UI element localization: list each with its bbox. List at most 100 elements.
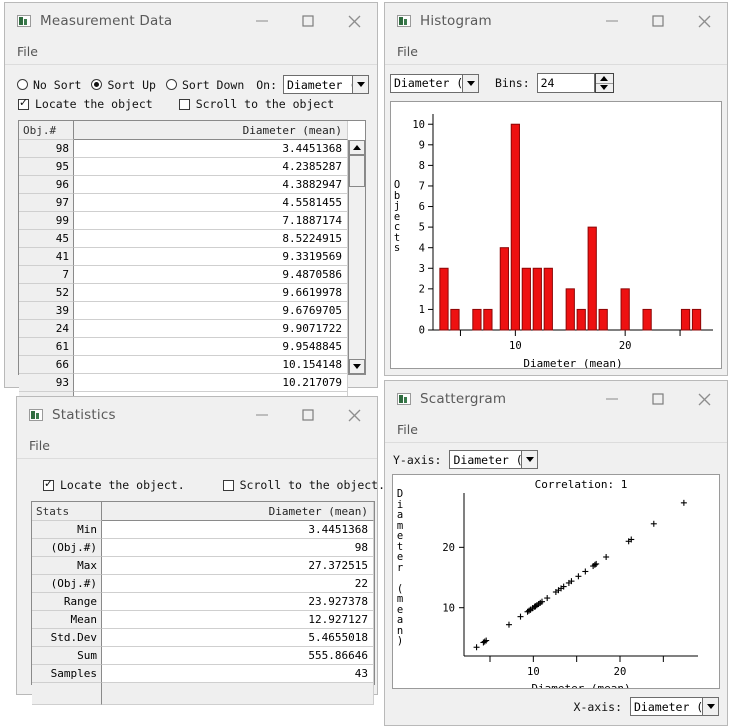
cell-empty bbox=[32, 683, 102, 705]
table-vertical-scrollbar[interactable] bbox=[348, 140, 365, 374]
measurement-table[interactable]: Obj.# Diameter (mean) 98 3.4451368 95 4.238… bbox=[18, 120, 366, 410]
histogram-bar bbox=[598, 308, 608, 331]
window-title: Histogram bbox=[420, 13, 492, 29]
minimize-button[interactable] bbox=[589, 381, 635, 417]
chevron-down-icon[interactable] bbox=[352, 76, 368, 93]
maximize-button[interactable] bbox=[285, 397, 331, 433]
minimize-button[interactable] bbox=[239, 3, 285, 39]
table-row[interactable]: 45 8.5224915 bbox=[19, 230, 348, 248]
scroll-thumb[interactable] bbox=[349, 155, 365, 187]
minimize-button[interactable] bbox=[589, 3, 635, 39]
table-row[interactable]: 99 7.1887174 bbox=[19, 212, 348, 230]
radio-sort-down[interactable] bbox=[165, 79, 177, 90]
cell-obj-number: 66 bbox=[19, 356, 74, 374]
scroll-up-button[interactable] bbox=[349, 140, 365, 155]
table-row[interactable]: (Obj.#) 98 bbox=[32, 539, 374, 557]
cell-diameter: 10.217079 bbox=[74, 374, 348, 392]
scattergram-titlebar[interactable]: Scattergram bbox=[385, 381, 727, 417]
table-row[interactable]: Samples 43 bbox=[32, 665, 374, 683]
checkbox-locate-object[interactable] bbox=[18, 96, 29, 110]
scattergram-plot[interactable]: Correlation: 1 10 20 10 20 Diameter (mean) Di… bbox=[392, 474, 720, 695]
radio-sort-up[interactable] bbox=[91, 79, 103, 90]
table-row[interactable]: Sum 555.86646 bbox=[32, 647, 374, 665]
histogram-bar bbox=[543, 267, 553, 331]
cell-stat-name: Std.Dev bbox=[32, 629, 102, 647]
measurement-table-body[interactable]: 98 3.4451368 95 4.2385287 96 4.3882947 97 4.558… bbox=[19, 140, 348, 410]
table-row[interactable]: 93 10.217079 bbox=[19, 374, 348, 392]
close-icon bbox=[348, 15, 360, 27]
histogram-ytick: 7 bbox=[419, 181, 425, 193]
radio-sort-down-label: Sort Down bbox=[181, 77, 245, 92]
table-row[interactable]: 61 9.9548845 bbox=[19, 338, 348, 356]
checkbox-locate-object[interactable] bbox=[43, 477, 54, 491]
cell-obj-number: 98 bbox=[19, 140, 74, 158]
histogram-measure-combo[interactable]: Diameter (m bbox=[390, 73, 479, 93]
histogram-plot[interactable]: Objects 0 1 2 3 4 5 6 7 8 9 10 10 20 Diameter (mean) bbox=[390, 101, 722, 370]
close-button[interactable] bbox=[331, 397, 377, 433]
cell-stat-value: 12.927127 bbox=[102, 611, 374, 629]
statistics-table-body[interactable]: Min 3.4451368 (Obj.#) 98 Max 27.372515 (Obj.#)… bbox=[32, 521, 374, 705]
measurement-data-titlebar[interactable]: Measurement Data bbox=[5, 3, 377, 39]
maximize-button[interactable] bbox=[285, 3, 331, 39]
bins-input[interactable]: 24 bbox=[536, 73, 595, 93]
cell-diameter: 4.2385287 bbox=[74, 158, 348, 176]
histogram-xaxis-title: Diameter (mean) bbox=[523, 357, 622, 368]
scattergram-yaxis-title: Diameter (m e a n) bbox=[396, 488, 404, 647]
checkbox-scroll-object[interactable] bbox=[178, 98, 190, 110]
window-title: Statistics bbox=[52, 407, 116, 423]
bins-stepper[interactable] bbox=[594, 73, 614, 93]
table-row[interactable]: Min 3.4451368 bbox=[32, 521, 374, 539]
xaxis-combo[interactable]: Diameter (m bbox=[630, 697, 719, 716]
maximize-button[interactable] bbox=[635, 3, 681, 39]
chevron-down-icon[interactable] bbox=[702, 698, 718, 715]
table-row[interactable]: 52 9.6619978 bbox=[19, 284, 348, 302]
table-row[interactable]: Std.Dev 5.4655018 bbox=[32, 629, 374, 647]
minimize-button[interactable] bbox=[239, 397, 285, 433]
stepper-up-icon[interactable] bbox=[595, 74, 613, 84]
histogram-bar bbox=[642, 308, 652, 331]
table-row[interactable]: Range 23.927378 bbox=[32, 593, 374, 611]
maximize-button[interactable] bbox=[635, 381, 681, 417]
menu-file[interactable]: File bbox=[397, 44, 418, 59]
radio-sort-up-label: Sort Up bbox=[107, 77, 156, 92]
checkbox-scroll-object[interactable] bbox=[222, 479, 234, 491]
statistics-titlebar[interactable]: Statistics bbox=[17, 397, 377, 433]
table-row[interactable]: Mean 12.927127 bbox=[32, 611, 374, 629]
histogram-ytick: 6 bbox=[419, 201, 425, 213]
table-row[interactable]: 95 4.2385287 bbox=[19, 158, 348, 176]
cell-stat-value: 23.927378 bbox=[102, 593, 374, 611]
table-row[interactable]: (Obj.#) 22 bbox=[32, 575, 374, 593]
table-row[interactable]: 7 9.4870586 bbox=[19, 266, 348, 284]
yaxis-combo[interactable]: Diameter (m bbox=[449, 450, 539, 469]
menu-file[interactable]: File bbox=[17, 44, 38, 59]
close-button[interactable] bbox=[331, 3, 377, 39]
table-row[interactable]: 24 9.9071722 bbox=[19, 320, 348, 338]
table-empty-row bbox=[32, 683, 374, 705]
table-row[interactable]: 96 4.3882947 bbox=[19, 176, 348, 194]
table-row[interactable]: 98 3.4451368 bbox=[19, 140, 348, 158]
chevron-down-icon[interactable] bbox=[521, 451, 538, 468]
statistics-table[interactable]: Stats Diameter (mean) Min 3.4451368 (Obj.#… bbox=[31, 501, 375, 705]
chevron-down-icon[interactable] bbox=[462, 74, 478, 92]
histogram-ytick: 8 bbox=[419, 160, 425, 172]
minimize-icon bbox=[256, 20, 268, 22]
minimize-icon bbox=[606, 398, 618, 400]
histogram-bar bbox=[510, 123, 520, 331]
scroll-down-button[interactable] bbox=[349, 359, 365, 374]
menu-file[interactable]: File bbox=[29, 438, 50, 453]
close-button[interactable] bbox=[681, 381, 727, 417]
table-header-row: Obj.# Diameter (mean) bbox=[19, 121, 348, 140]
stepper-down-icon[interactable] bbox=[596, 84, 613, 93]
sort-on-combo[interactable]: Diameter (mean) bbox=[283, 75, 369, 94]
table-row[interactable]: Max 27.372515 bbox=[32, 557, 374, 575]
table-row[interactable]: 66 10.154148 bbox=[19, 356, 348, 374]
radio-no-sort[interactable] bbox=[17, 79, 28, 90]
table-row[interactable]: 97 4.5581455 bbox=[19, 194, 348, 212]
close-button[interactable] bbox=[681, 3, 727, 39]
histogram-titlebar[interactable]: Histogram bbox=[385, 3, 727, 39]
histogram-bar bbox=[521, 267, 531, 331]
table-row[interactable]: 39 9.6769705 bbox=[19, 302, 348, 320]
table-row[interactable]: 41 9.3319569 bbox=[19, 248, 348, 266]
maximize-icon bbox=[302, 15, 314, 27]
menu-file[interactable]: File bbox=[397, 422, 418, 437]
